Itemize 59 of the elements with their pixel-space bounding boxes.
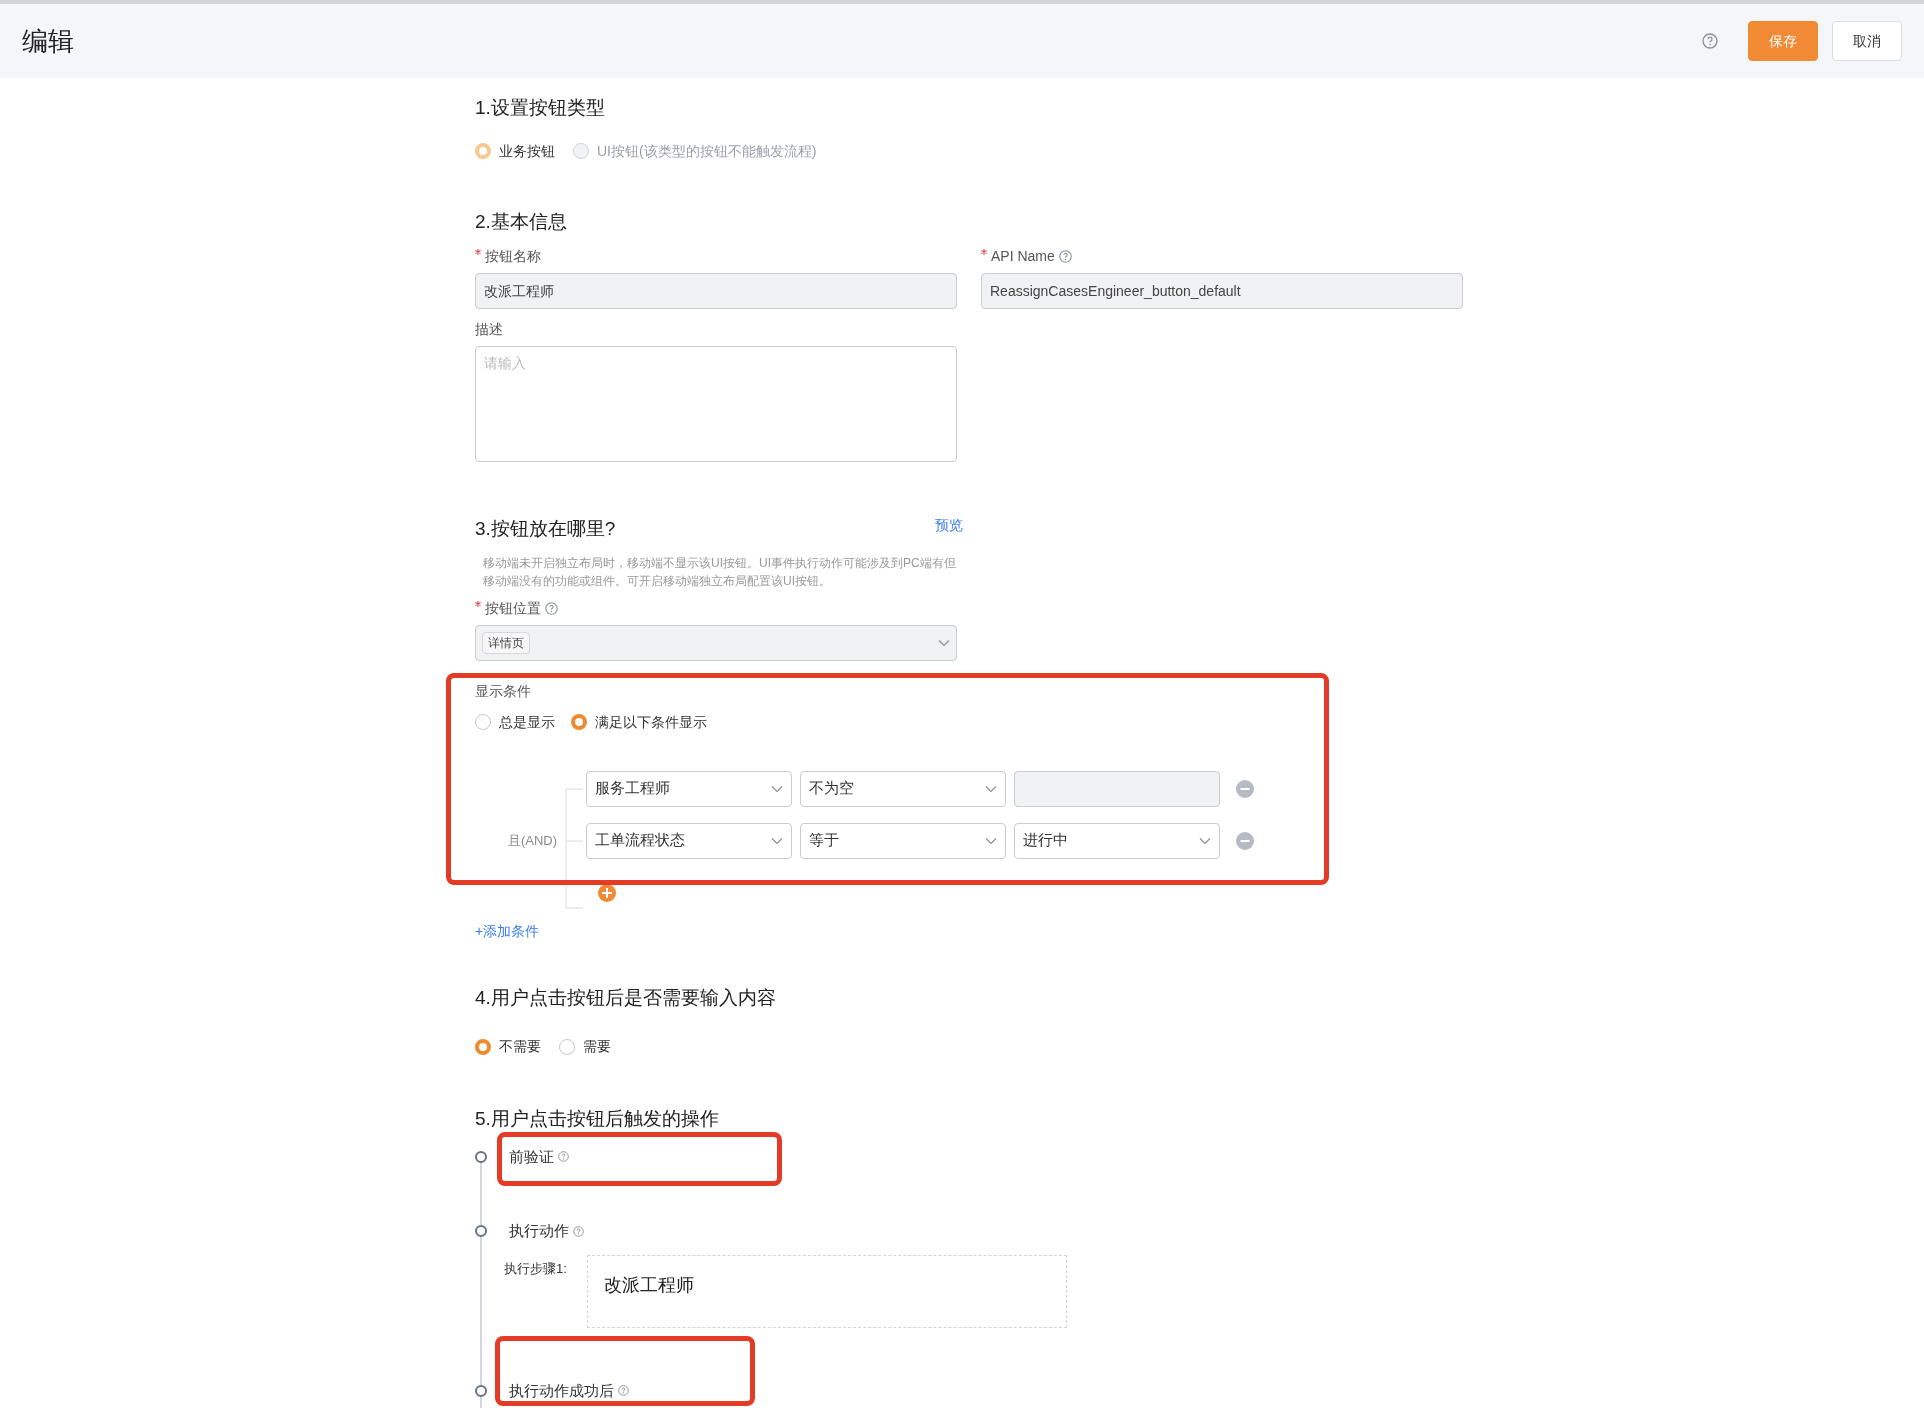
section-title: 1.设置按钮类型	[475, 96, 606, 120]
timeline-node-icon	[475, 1150, 487, 1163]
position-dropdown[interactable]: 详情页	[475, 624, 957, 661]
remove-icon[interactable]	[1236, 779, 1254, 798]
caret-icon	[985, 784, 997, 793]
field-label: 显示条件	[475, 681, 531, 701]
value-field[interactable]	[1014, 770, 1220, 807]
add-icon[interactable]	[598, 883, 616, 902]
field-label: 按钮位置	[485, 598, 541, 618]
radio-icon	[475, 714, 491, 730]
step-label: 执行步骤1:	[504, 1259, 567, 1278]
cancel-button[interactable]: 取消	[1832, 21, 1902, 61]
radio-option[interactable]: 需要	[559, 1036, 611, 1057]
caret-icon	[985, 836, 997, 845]
description-field[interactable]: 请输入	[475, 346, 957, 462]
section-title: 4.用户点击按钮后是否需要输入内容	[475, 985, 777, 1010]
add-condition-link[interactable]: +添加条件	[475, 920, 1465, 942]
section-title: 3.按钮放在哪里?	[475, 517, 616, 541]
dropdown[interactable]: 进行中	[1014, 822, 1220, 859]
caret-icon	[771, 836, 783, 845]
radio-icon	[571, 714, 587, 730]
radio-option[interactable]: 总是显示	[475, 711, 555, 733]
step-title: 执行动作成功后	[509, 1380, 614, 1401]
dropdown[interactable]: 等于	[800, 822, 1006, 859]
dropdown[interactable]: 服务工程师	[586, 770, 792, 807]
caret-icon	[938, 638, 950, 647]
help-icon	[545, 601, 558, 615]
step-title: 前验证	[509, 1146, 554, 1167]
radio-icon	[475, 143, 491, 159]
caret-icon	[1199, 836, 1211, 845]
action-name: 改派工程师	[603, 1274, 694, 1295]
remove-icon[interactable]	[1236, 831, 1254, 850]
section-title: 2.基本信息	[475, 209, 568, 234]
dropdown[interactable]: 工单流程状态	[586, 822, 792, 859]
radio-option[interactable]: 满足以下条件显示	[571, 711, 707, 733]
selected-tag: 详情页	[482, 631, 530, 654]
text-field[interactable]: ReassignCasesEngineer_button_default	[981, 273, 1463, 309]
radio-icon	[475, 1038, 491, 1055]
field-label: 按钮名称	[485, 247, 541, 266]
timeline-node-icon	[475, 1384, 487, 1397]
help-icon	[1058, 250, 1072, 263]
caret-icon	[771, 784, 783, 793]
help-icon	[1702, 33, 1718, 49]
section-title: 5.用户点击按钮后触发的操作	[475, 1107, 720, 1131]
radio-icon	[559, 1038, 575, 1055]
text-field[interactable]: 改派工程师	[475, 273, 957, 309]
step-title: 执行动作	[509, 1221, 569, 1241]
help-icon	[618, 1385, 629, 1397]
help-icon	[573, 1225, 584, 1237]
help-icon	[558, 1151, 569, 1163]
field-label: API Name	[991, 247, 1055, 266]
preview-link[interactable]: 预览	[935, 515, 963, 536]
radio-option[interactable]: 不需要	[475, 1036, 541, 1057]
radio-icon	[573, 143, 589, 159]
page-title: 编辑	[22, 24, 74, 58]
field-label: 描述	[475, 320, 503, 339]
dropdown[interactable]: 不为空	[800, 770, 1006, 807]
hint-text: 移动端未开启独立布局时，移动端不显示该UI按钮。UI事件执行动作可能涉及到PC端有但移动端没有的功能或组件。可开启移动端独立布局配置该UI按钮。	[483, 554, 957, 590]
timeline-node-icon	[475, 1225, 487, 1238]
